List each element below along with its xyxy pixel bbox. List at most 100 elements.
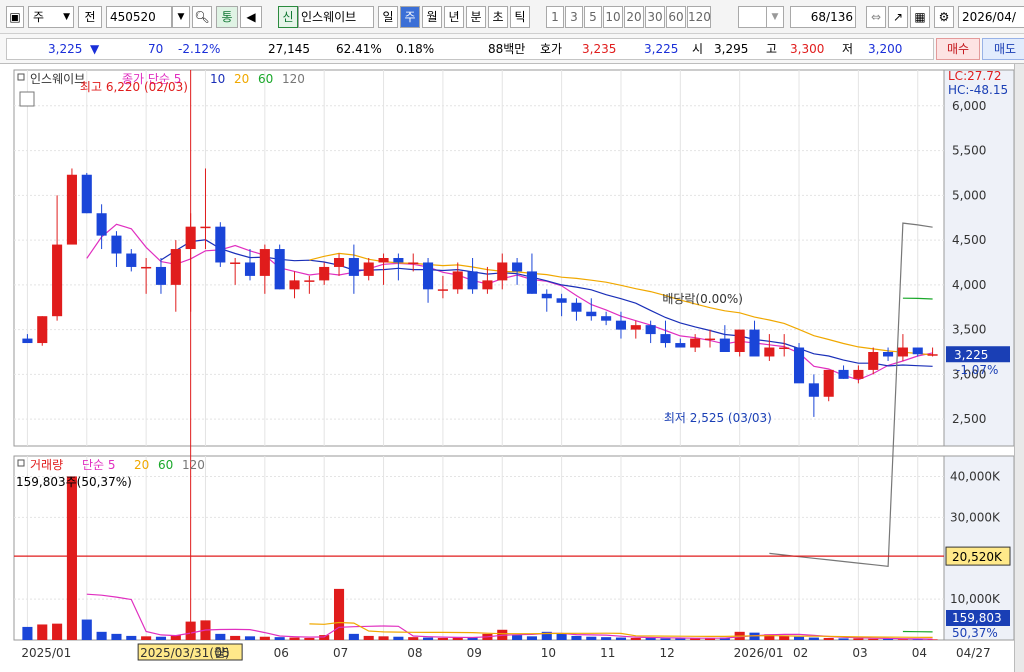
stock-chart[interactable]: 6,0005,5005,0004,5004,0003,5003,0002,500…	[0, 64, 1014, 672]
extra-dropdown-chevron-icon[interactable]: ▼	[766, 6, 784, 28]
volume-bar	[81, 619, 92, 640]
candle-body	[601, 316, 612, 321]
candle-body	[408, 262, 419, 264]
candle-body	[883, 352, 894, 357]
candle-body	[423, 262, 434, 290]
date-input[interactable]: 2026/04/	[958, 6, 1024, 28]
price-current-tag: 3,225	[954, 348, 988, 362]
candle-body	[749, 329, 760, 357]
count-input[interactable]: 68/136	[790, 6, 856, 28]
candle-body	[541, 293, 552, 299]
period-tab-0[interactable]: 일	[378, 6, 398, 28]
volume-bar	[22, 626, 33, 640]
code-dropdown-button[interactable]: ▼	[172, 6, 190, 28]
period-tab-5[interactable]: 초	[488, 6, 508, 28]
interval-button-7[interactable]: 120	[687, 6, 711, 28]
candle-body	[289, 280, 300, 290]
save-icon[interactable]: ▦	[910, 6, 930, 28]
buy-button[interactable]: 매수	[936, 38, 980, 60]
interval-button-4[interactable]: 20	[624, 6, 644, 28]
lc-label: LC:27.72	[948, 69, 1001, 83]
toolbar: ▣ 주 ▼ 전 450520 ▼ 🔍︎ 통 ◀︎ 신 인스웨이브 일주월년분초틱 …	[0, 0, 1024, 34]
interval-button-3[interactable]: 10	[603, 6, 623, 28]
candle-body	[586, 311, 597, 317]
volume-ma-period-0: 20	[134, 458, 149, 472]
candle-body	[556, 298, 567, 303]
volume-bar	[96, 631, 107, 640]
jeon-button[interactable]: 전	[78, 6, 102, 28]
candle-body	[779, 347, 790, 350]
candle-body	[66, 174, 77, 245]
scrollbar[interactable]	[1014, 64, 1024, 672]
high-label: 고	[766, 42, 778, 56]
interval-button-2[interactable]: 5	[584, 6, 602, 28]
candle-body	[482, 280, 493, 290]
tong-button[interactable]: 통	[216, 6, 238, 28]
stock-code-input[interactable]: 450520	[106, 6, 172, 28]
interval-button-1[interactable]: 3	[565, 6, 583, 28]
candle-body	[126, 253, 137, 267]
sin-button[interactable]: 신	[278, 6, 298, 28]
volume-bar	[601, 637, 612, 640]
price-tick-5: 3,500	[952, 323, 986, 337]
period-tab-4[interactable]: 분	[466, 6, 486, 28]
candle-body	[793, 347, 805, 384]
candle-body	[645, 325, 656, 335]
price-panel-frame	[13, 69, 945, 447]
candle-body	[348, 258, 359, 276]
price-tick-1: 5,500	[952, 144, 986, 158]
stock-name-field[interactable]: 인스웨이브	[298, 6, 374, 28]
period-tab-6[interactable]: 틱	[510, 6, 530, 28]
volume-bar	[808, 637, 819, 640]
sell-button[interactable]: 매도	[982, 38, 1024, 60]
period-tab-2[interactable]: 월	[422, 6, 442, 28]
x-axis-label-2: 05	[214, 646, 229, 660]
candle-body	[571, 302, 582, 312]
volume-bar	[630, 637, 641, 640]
period-tab-3[interactable]: 년	[444, 6, 464, 28]
interval-button-6[interactable]: 60	[666, 6, 686, 28]
sound-icon[interactable]: ◀︎	[240, 6, 262, 28]
volume-pct-tag: 50,37%	[952, 626, 998, 640]
candle-body	[111, 235, 122, 254]
candle-body	[319, 266, 330, 281]
x-axis-label-10: 2026/01	[734, 646, 784, 660]
candle-body	[304, 280, 315, 282]
volume-bar	[526, 636, 537, 640]
screen-menu-button[interactable]: ▣	[6, 6, 24, 28]
search-icon[interactable]: 🔍︎	[192, 6, 212, 28]
count-value: 68	[810, 10, 827, 24]
x-axis-label-11: 02	[793, 646, 808, 660]
volume-bar	[37, 624, 48, 640]
volume-level-tag: 20,520K	[952, 550, 1003, 564]
candle-body	[96, 213, 107, 236]
interval-button-0[interactable]: 1	[546, 6, 564, 28]
volume-bar	[230, 635, 241, 640]
gear-icon[interactable]: ⚙	[934, 6, 954, 28]
trend-line-icon[interactable]: ↗	[888, 6, 908, 28]
zoom-in-icon[interactable]: ⇔	[866, 6, 886, 28]
volume-tick-2: 10,000K	[950, 592, 1001, 606]
x-axis-label-7: 10	[541, 646, 556, 660]
candle-body	[363, 262, 374, 276]
volume-ma-period-2: 120	[182, 458, 205, 472]
volume-label: 거래량	[30, 458, 63, 472]
candle-body	[452, 271, 463, 290]
candle-body	[675, 343, 686, 348]
candle-body	[393, 258, 404, 263]
volume-bar	[423, 637, 434, 640]
interval-button-5[interactable]: 30	[645, 6, 665, 28]
price-stock-tag: 인스웨이브	[30, 72, 85, 86]
candle-body	[259, 249, 270, 276]
table-icon	[19, 91, 35, 107]
turnover-rate: 0.18%	[396, 42, 435, 56]
volume-bar	[793, 636, 805, 640]
volume-bar	[66, 476, 77, 640]
candle-body	[912, 347, 923, 355]
period-tab-1[interactable]: 주	[400, 6, 420, 28]
candle-body	[704, 338, 716, 341]
candle-body	[660, 334, 671, 344]
chevron-down-icon: ▼	[63, 12, 70, 22]
candle-body	[378, 258, 389, 263]
mode-select[interactable]: 주 ▼	[28, 6, 74, 28]
